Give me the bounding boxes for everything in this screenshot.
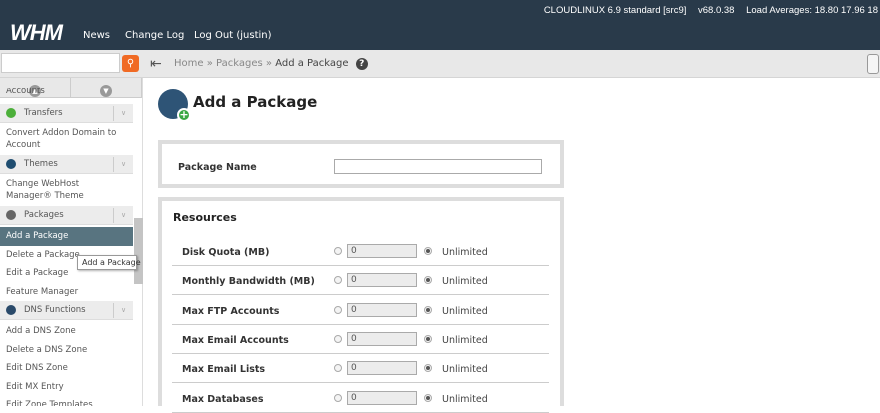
resource-value-input[interactable]: 0 xyxy=(347,302,417,317)
nav-logout[interactable]: Log Out (justin) xyxy=(194,30,272,41)
section-label: Transfers xyxy=(24,108,63,118)
section-label: Packages xyxy=(24,210,64,220)
resource-label: Max Email Lists xyxy=(182,364,266,376)
unlimited-radio[interactable] xyxy=(424,334,432,343)
custom-value-radio[interactable] xyxy=(334,305,342,314)
tooltip: Add a Package xyxy=(77,255,141,270)
package-name-input[interactable] xyxy=(334,159,542,174)
unlimited-label: Unlimited xyxy=(442,334,488,346)
sidebar-item[interactable]: Edit DNS Zone xyxy=(0,359,133,378)
sidebar-section-transfers[interactable]: Transfers ∨ xyxy=(0,104,133,123)
settings-button[interactable] xyxy=(867,54,879,74)
section-icon xyxy=(6,158,16,169)
sidebar-item[interactable]: Convert Addon Domain to Account xyxy=(0,125,133,153)
breadcrumb-current: Add a Package xyxy=(275,58,349,69)
sidebar-section-packages[interactable]: Packages ∨ xyxy=(0,206,133,225)
chevron-down-icon[interactable]: ∨ xyxy=(113,303,133,318)
resource-label: Disk Quota (MB) xyxy=(182,247,270,258)
unlimited-label: Unlimited xyxy=(442,276,488,288)
unlimited-label: Unlimited xyxy=(442,305,488,317)
package-name-panel: Package Name xyxy=(158,140,564,188)
os-info: CLOUDLINUX 6.9 standard [src9] xyxy=(543,5,687,16)
sidebar-section-dns-functions[interactable]: DNS Functions ∨ xyxy=(0,301,133,320)
system-info: CLOUDLINUX 6.9 standard [src9] v68.0.38 … xyxy=(535,5,878,16)
chevron-down-icon[interactable]: ∨ xyxy=(113,106,133,121)
unlimited-radio[interactable] xyxy=(424,393,432,402)
nav-news[interactable]: News xyxy=(83,30,110,41)
section-icon xyxy=(6,209,16,220)
unlimited-label: Unlimited xyxy=(442,247,488,258)
resources-heading: Resources xyxy=(173,211,237,224)
custom-value-radio[interactable] xyxy=(334,364,342,373)
plus-icon: + xyxy=(177,108,191,122)
breadcrumb-home[interactable]: Home xyxy=(174,58,204,69)
resources-panel: Resources Disk Quota (MB) 0 Unlimited Mo… xyxy=(158,197,564,413)
resource-value-input[interactable]: 0 xyxy=(347,331,417,346)
resource-value-input[interactable]: 0 xyxy=(347,390,417,405)
resource-row: Monthly Bandwidth (MB) 0 Unlimited xyxy=(172,266,549,296)
resource-row: Disk Quota (MB) 0 Unlimited xyxy=(172,237,549,266)
section-icon xyxy=(6,304,16,315)
resource-row: Max FTP Accounts 0 Unlimited xyxy=(172,296,549,325)
search-icon: ⚲ xyxy=(126,58,135,69)
unlimited-radio[interactable] xyxy=(424,276,432,285)
sidebar-item[interactable]: Feature Manager xyxy=(0,283,133,302)
custom-value-radio[interactable] xyxy=(334,393,342,402)
sidebar: ▲ ▼ Accounts Transfers ∨ Convert Addon Doma… xyxy=(0,78,143,406)
resource-row: Max Email Lists 0 Unlimited xyxy=(172,354,549,384)
sidebar-item[interactable]: Edit MX Entry xyxy=(0,378,133,397)
sidebar-item[interactable]: Edit Zone Templates xyxy=(0,396,133,406)
sidebar-search-input[interactable] xyxy=(1,53,120,73)
resource-value-input[interactable]: 0 xyxy=(347,361,417,376)
sidebar-item[interactable]: Add a Package xyxy=(0,227,133,246)
chevron-down-icon[interactable]: ∨ xyxy=(113,208,133,223)
sidebar-item[interactable]: Add a DNS Zone xyxy=(0,322,133,341)
custom-value-radio[interactable] xyxy=(334,276,342,285)
top-bar: WHM News Change Log Log Out (justin) CLO… xyxy=(0,0,880,50)
sidebar-item[interactable]: Delete a DNS Zone xyxy=(0,341,133,360)
sidebar-scrollbar[interactable] xyxy=(134,218,143,284)
whm-logo[interactable]: WHM xyxy=(10,20,63,46)
sidebar-item-accounts[interactable]: Accounts xyxy=(0,88,133,98)
version: v68.0.38 xyxy=(698,5,735,16)
unlimited-radio[interactable] xyxy=(424,364,432,373)
resource-label: Max FTP Accounts xyxy=(182,305,280,317)
resource-label: Max Email Accounts xyxy=(182,334,289,346)
help-icon[interactable]: ? xyxy=(355,58,368,70)
resource-label: Monthly Bandwidth (MB) xyxy=(182,276,315,288)
unlimited-radio[interactable] xyxy=(424,305,432,314)
load-averages: Load Averages: 18.80 17.96 18 xyxy=(746,5,878,16)
resource-label: Max Databases xyxy=(182,393,264,405)
package-name-label: Package Name xyxy=(178,162,257,173)
page-title: Add a Package xyxy=(193,93,318,111)
chevron-down-icon[interactable]: ∨ xyxy=(113,157,133,172)
section-icon xyxy=(6,107,16,118)
unlimited-label: Unlimited xyxy=(442,393,488,405)
section-label: Themes xyxy=(24,159,58,169)
breadcrumb-sep: » xyxy=(265,58,273,69)
menu-toggle-icon[interactable]: ⇤ xyxy=(150,56,162,72)
package-icon: + xyxy=(158,89,191,122)
unlimited-radio[interactable] xyxy=(424,247,432,255)
search-button[interactable]: ⚲ xyxy=(122,55,139,72)
breadcrumb-packages[interactable]: Packages xyxy=(216,58,263,69)
breadcrumb-sep: » xyxy=(206,58,213,69)
nav-change-log[interactable]: Change Log xyxy=(125,30,184,41)
sidebar-item[interactable]: Change WebHost Manager® Theme xyxy=(0,176,133,204)
custom-value-radio[interactable] xyxy=(334,334,342,343)
custom-value-radio[interactable] xyxy=(334,247,342,255)
resource-row: Max Databases 0 Unlimited xyxy=(172,384,549,413)
toolbar: ⚲ ⇤ Home » Packages » Add a Package ? xyxy=(0,50,880,78)
section-label: DNS Functions xyxy=(24,305,86,315)
resource-value-input[interactable]: 0 xyxy=(347,244,417,258)
resource-row: Max Email Accounts 0 Unlimited xyxy=(172,325,549,354)
sidebar-section-themes[interactable]: Themes ∨ xyxy=(0,155,133,174)
unlimited-label: Unlimited xyxy=(442,364,488,376)
resource-value-input[interactable]: 0 xyxy=(347,273,417,288)
breadcrumb: Home » Packages » Add a Package ? xyxy=(174,58,368,70)
